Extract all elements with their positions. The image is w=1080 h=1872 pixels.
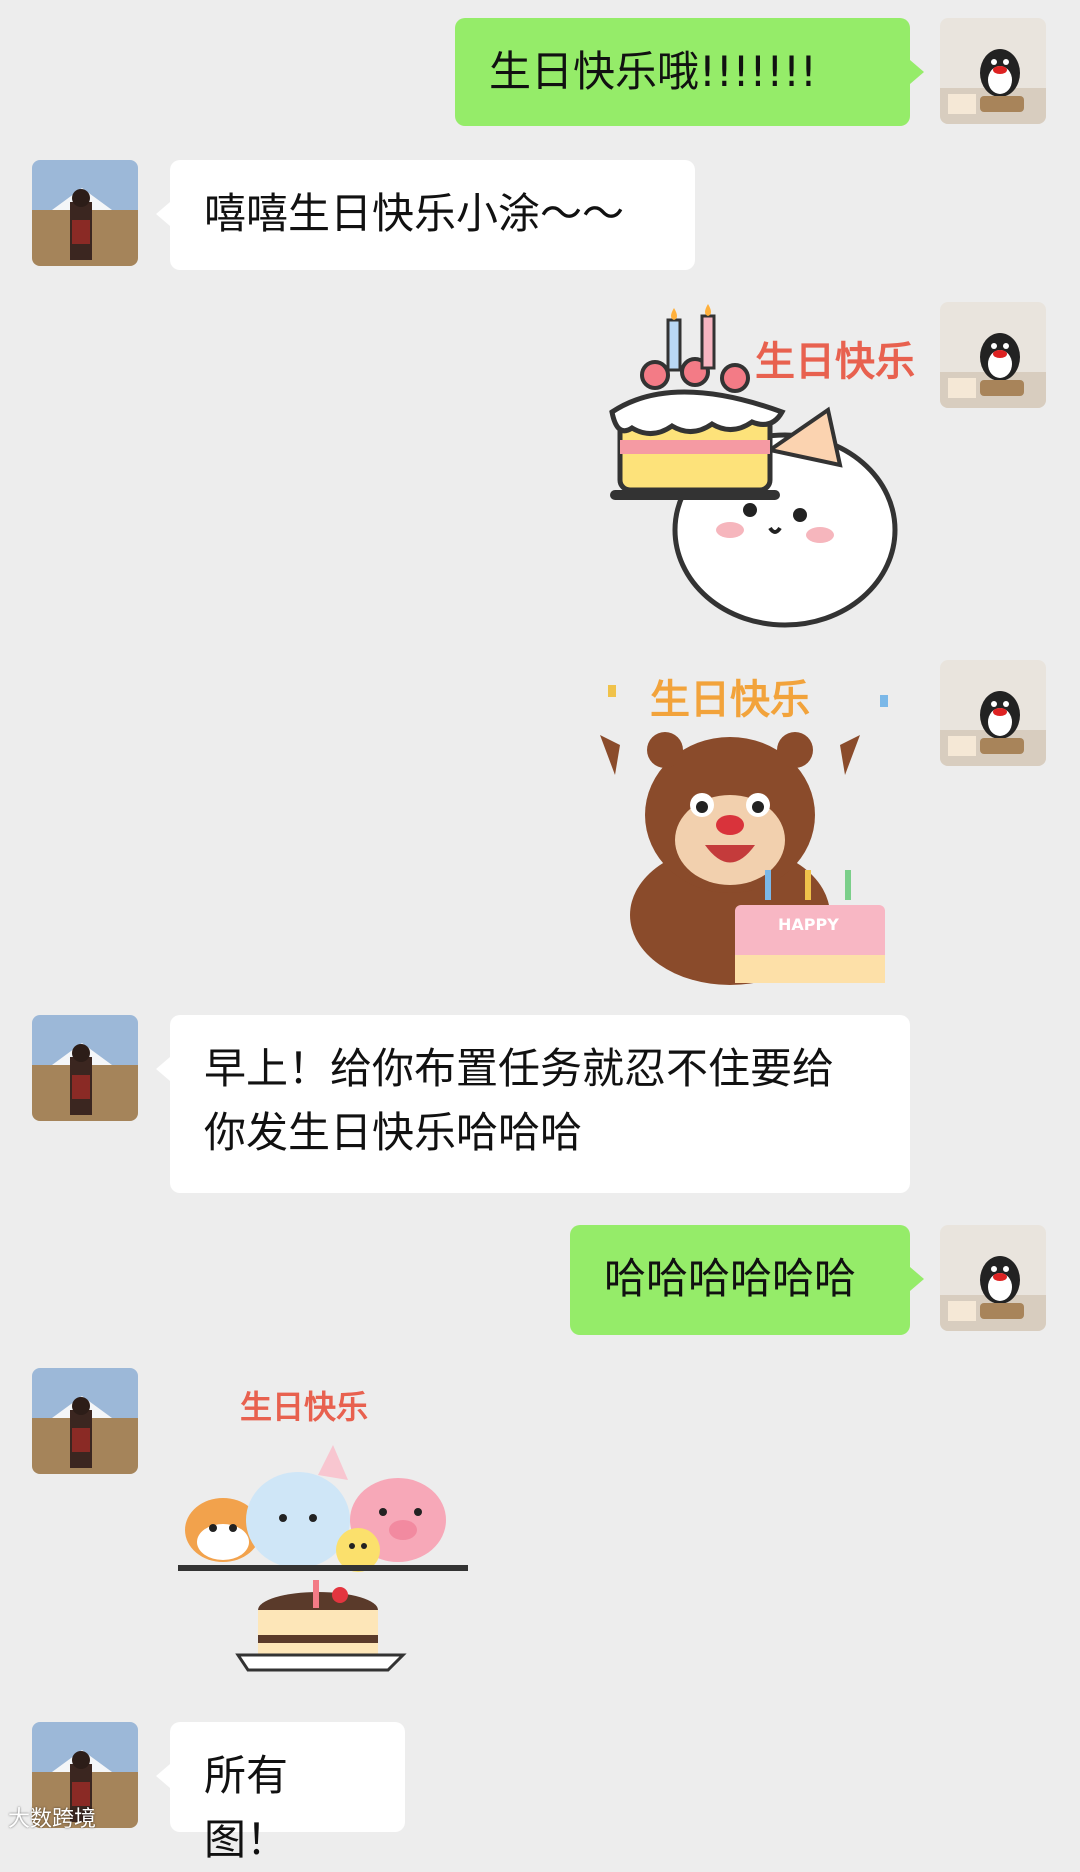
cake-mochi-sticker[interactable]: 生日快乐 (580, 300, 920, 640)
message-bubble-them[interactable]: 早上！给你布置任务就忍不住要给 你发生日快乐哈哈哈 (156, 1015, 910, 1193)
bear-cake-sticker[interactable]: 生日快乐 HAPPY (590, 665, 910, 985)
sticker-caption: 生日快乐 (650, 677, 810, 723)
message-text: 嘻嘻生日快乐小涂～～ (204, 189, 625, 238)
contact-avatar[interactable] (32, 160, 138, 266)
cake-text: HAPPY (778, 915, 839, 934)
message-text: 所有图！ (204, 1751, 289, 1864)
watermark: 大数跨境 (8, 1807, 97, 1832)
message-bubble-them[interactable]: 嘻嘻生日快乐小涂～～ (156, 160, 695, 270)
contact-avatar[interactable] (32, 1015, 138, 1121)
message-text: 生日快乐哦!!!!!!! (489, 47, 817, 96)
message-bubble-them[interactable]: 所有图！ (156, 1722, 405, 1864)
message-text: 哈哈哈哈哈哈 (604, 1254, 857, 1303)
contact-avatar[interactable] (32, 1368, 138, 1474)
message-bubble-me[interactable]: 哈哈哈哈哈哈 (570, 1225, 924, 1335)
my-avatar[interactable] (940, 660, 1046, 766)
my-avatar[interactable] (940, 302, 1046, 408)
my-avatar[interactable] (940, 18, 1046, 124)
message-text-line: 你发生日快乐哈哈哈 (204, 1108, 583, 1157)
sticker-caption: 生日快乐 (240, 1388, 368, 1426)
my-avatar[interactable] (940, 1225, 1046, 1331)
chat-area: 生日快乐哦!!!!!!! 嘻嘻生日快乐小涂～～ 生日快乐 生日快乐 HAPPY … (0, 0, 1080, 1864)
animals-cake-sticker[interactable]: 生日快乐 (178, 1380, 488, 1680)
message-text-line: 早上！给你布置任务就忍不住要给 (204, 1044, 835, 1093)
sticker-caption: 生日快乐 (755, 339, 915, 385)
message-bubble-me[interactable]: 生日快乐哦!!!!!!! (455, 18, 924, 126)
